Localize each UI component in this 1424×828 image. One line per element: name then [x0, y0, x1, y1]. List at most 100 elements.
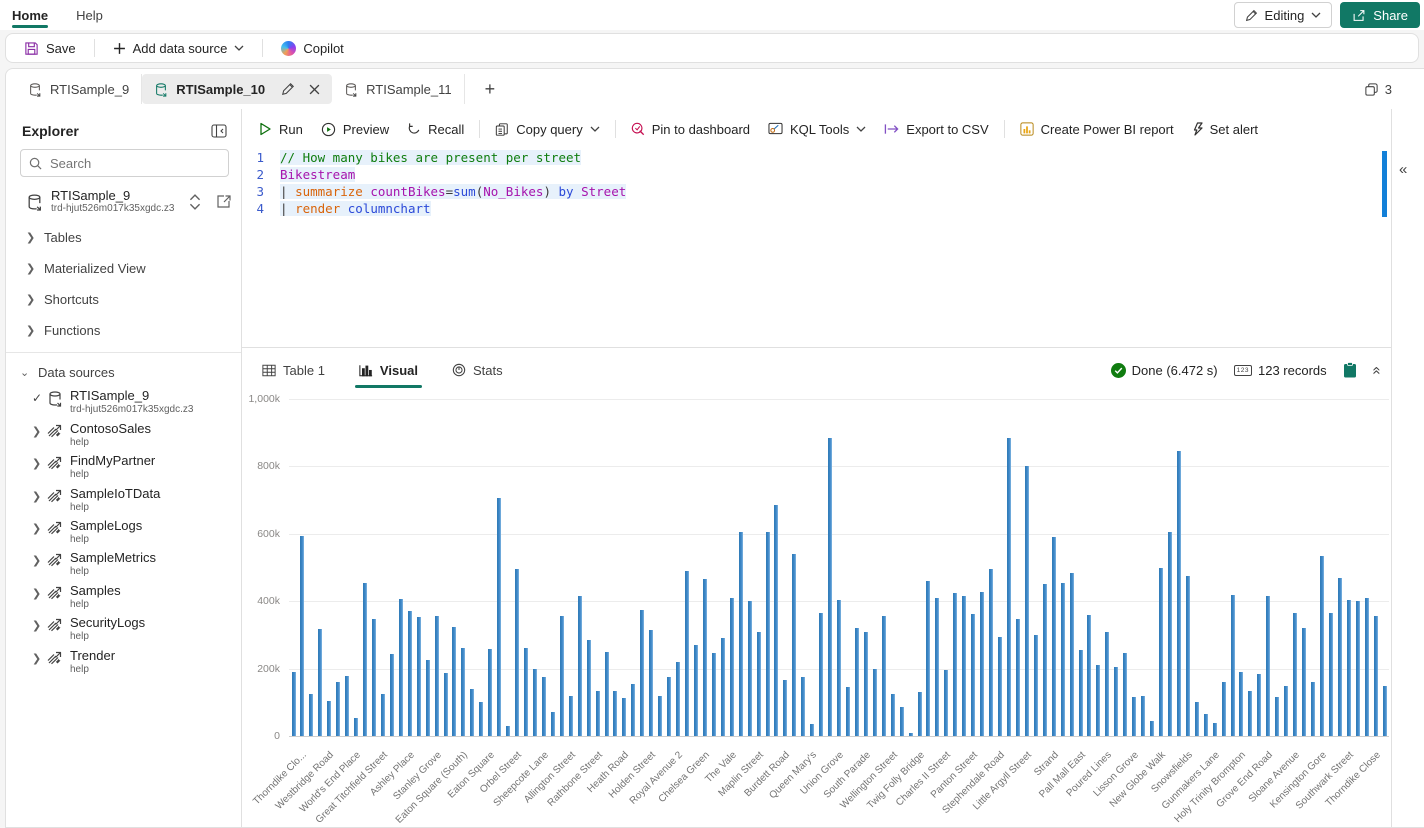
rename-tab-icon[interactable]	[281, 82, 295, 96]
chart-bar	[935, 598, 939, 736]
editor-line[interactable]: 2Bikestream	[242, 166, 1391, 183]
chart-bar	[1266, 596, 1270, 736]
chart-bar	[533, 669, 537, 736]
chart-bar	[766, 532, 770, 736]
tree-item-tables[interactable]: ❯Tables	[6, 222, 241, 253]
database-name: RTISample_9	[51, 189, 181, 203]
table-icon	[262, 364, 276, 377]
open-in-new-icon[interactable]	[217, 195, 231, 209]
results-header: Table 1 Visual Stats Done (6.472 s)	[242, 349, 1391, 391]
chart-bar	[1070, 573, 1074, 736]
chart-bar	[1275, 697, 1279, 736]
menu-home[interactable]: Home	[12, 0, 48, 30]
kql-editor[interactable]: 1// How many bikes are present per stree…	[242, 149, 1391, 347]
menu-help[interactable]: Help	[76, 0, 103, 30]
eventhouse-icon	[47, 617, 63, 632]
data-source-item[interactable]: ❯ SampleMetrics help	[6, 548, 241, 580]
chart-bar	[390, 654, 394, 736]
data-source-sub: help	[70, 566, 156, 578]
save-button[interactable]: Save	[14, 35, 86, 61]
search-input[interactable]	[50, 156, 200, 171]
search-box[interactable]	[20, 149, 229, 177]
run-button[interactable]: Run	[250, 114, 312, 144]
tab-rtisample-9[interactable]: RTISample_9	[16, 74, 142, 104]
chart-bar	[605, 652, 609, 736]
chart-bar	[837, 600, 841, 737]
chart-bar	[622, 698, 626, 736]
chevron-right-icon: ❯	[32, 490, 40, 503]
editor-line[interactable]: 3| summarize countBikes=sum(No_Bikes) by…	[242, 183, 1391, 200]
editor-line[interactable]: 1// How many bikes are present per stree…	[242, 149, 1391, 166]
editing-button[interactable]: Editing	[1234, 2, 1333, 28]
export-csv-button[interactable]: Export to CSV	[875, 114, 997, 144]
chart-bar	[479, 702, 483, 736]
pin-to-dashboard-button[interactable]: Pin to dashboard	[622, 114, 759, 144]
chart-bar	[1329, 613, 1333, 736]
gridline	[289, 736, 1389, 737]
data-source-item[interactable]: ❯ Samples help	[6, 581, 241, 613]
results-tab-table1[interactable]: Table 1	[252, 349, 335, 391]
y-axis-tick-label: 200k	[257, 663, 280, 675]
data-source-item[interactable]: ❯ ContosoSales help	[6, 419, 241, 451]
data-source-item[interactable]: ❯ SampleIoTData help	[6, 484, 241, 516]
chart-bar	[873, 669, 877, 736]
data-source-item-selected[interactable]: ✓ RTISample_9 trd-hjut526m017k35xgdc.z3	[6, 386, 241, 418]
create-power-bi-button[interactable]: Create Power BI report	[1011, 114, 1183, 144]
new-tab-button[interactable]: +	[479, 79, 502, 100]
chart-bar	[1061, 583, 1065, 736]
chart-bar	[435, 616, 439, 736]
collapse-pane-button[interactable]: «	[1399, 161, 1407, 178]
data-source-item[interactable]: ❯ FindMyPartner help	[6, 451, 241, 483]
results-tab-stats[interactable]: Stats	[442, 349, 513, 391]
chart-bar	[998, 637, 1002, 736]
tab-rtisample-10[interactable]: RTISample_10	[142, 74, 332, 104]
close-tab-icon[interactable]	[309, 84, 320, 95]
app-root: Home Help Editing Share Save Add data so…	[0, 0, 1424, 828]
data-sources-header[interactable]: ⌄ Data sources	[6, 359, 241, 386]
chevron-right-icon: ❯	[32, 425, 40, 438]
copy-results-button[interactable]	[1343, 362, 1357, 378]
data-source-sub: help	[70, 664, 115, 676]
code-text: | render columnchart	[280, 200, 431, 217]
switch-database-icon[interactable]	[189, 194, 201, 210]
editor-line[interactable]: 4| render columnchart	[242, 200, 1391, 217]
kql-tools-button[interactable]: KQL Tools	[759, 114, 875, 144]
copilot-button[interactable]: Copilot	[271, 35, 353, 61]
copy-icon	[495, 122, 509, 137]
share-icon	[1352, 9, 1366, 22]
chart-bar	[926, 581, 930, 736]
data-source-item[interactable]: ❯ SampleLogs help	[6, 516, 241, 548]
chart-bar	[980, 592, 984, 736]
chart-bar	[1239, 672, 1243, 736]
chart-bar	[703, 579, 707, 736]
database-icon	[47, 390, 63, 407]
recall-button[interactable]: Recall	[398, 114, 473, 144]
tab-rtisample-11[interactable]: RTISample_11	[332, 74, 465, 104]
results-tab-visual[interactable]: Visual	[349, 349, 428, 391]
copy-query-button[interactable]: Copy query	[486, 114, 608, 144]
chart-bar	[345, 676, 349, 736]
chart-bar	[363, 583, 367, 736]
data-source-item[interactable]: ❯ Trender help	[6, 646, 241, 678]
editor-scrollbar[interactable]	[1382, 151, 1387, 217]
chart-bar	[515, 569, 519, 736]
query-tabstrip: RTISample_9 RTISample_10 RTISample_11 + …	[6, 69, 1424, 109]
tree-item-functions[interactable]: ❯Functions	[6, 315, 241, 346]
collapse-panel-icon[interactable]	[211, 124, 227, 138]
share-button[interactable]: Share	[1340, 2, 1420, 28]
set-alert-button[interactable]: Set alert	[1183, 114, 1267, 144]
chart-bar	[1168, 532, 1172, 736]
chart-bar	[1231, 595, 1235, 737]
tree-item-materialized-view[interactable]: ❯Materialized View	[6, 253, 241, 284]
tab-count-button[interactable]: 3	[1364, 82, 1414, 97]
tree-item-shortcuts[interactable]: ❯Shortcuts	[6, 284, 241, 315]
right-rail: «	[1392, 109, 1424, 827]
chevron-right-icon: ❯	[32, 457, 40, 470]
chevron-right-icon: ❯	[32, 587, 40, 600]
collapse-results-button[interactable]: «	[1373, 362, 1381, 379]
eventhouse-icon	[47, 455, 63, 470]
data-source-item[interactable]: ❯ SecurityLogs help	[6, 613, 241, 645]
preview-button[interactable]: Preview	[312, 114, 398, 144]
active-database-row[interactable]: RTISample_9 trd-hjut526m017k35xgdc.z3	[6, 185, 241, 222]
add-data-source-button[interactable]: Add data source	[103, 35, 255, 61]
